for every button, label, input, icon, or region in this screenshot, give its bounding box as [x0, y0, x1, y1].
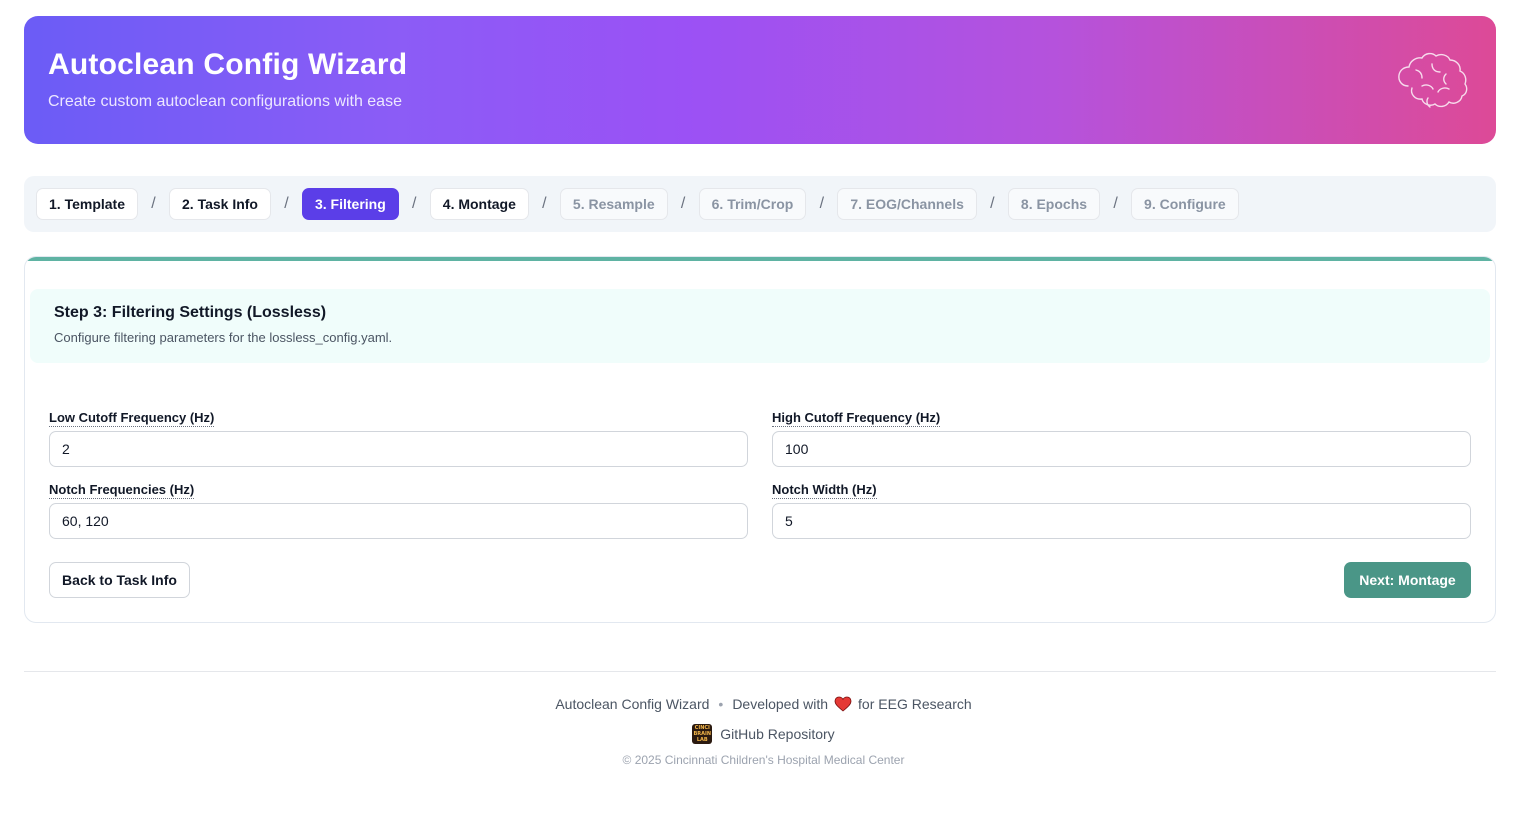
filtering-card: Step 3: Filtering Settings (Lossless) Co…	[24, 256, 1496, 623]
app-title: Autoclean Config Wizard	[48, 48, 408, 81]
brain-icon	[1398, 52, 1468, 108]
step-eog-channels[interactable]: 7. EOG/Channels	[837, 188, 977, 220]
next-button[interactable]: Next: Montage	[1344, 562, 1471, 598]
step-template[interactable]: 1. Template	[36, 188, 138, 220]
step-resample[interactable]: 5. Resample	[559, 188, 668, 220]
step-trim-crop[interactable]: 6. Trim/Crop	[698, 188, 807, 220]
step-separator: /	[284, 195, 289, 212]
high-cutoff-input[interactable]	[772, 431, 1471, 467]
high-cutoff-group: High Cutoff Frequency (Hz)	[772, 409, 1471, 467]
notch-width-input[interactable]	[772, 503, 1471, 539]
step-separator: /	[680, 195, 686, 212]
lab-logo-icon: CINCI BRAIN LAB	[692, 724, 713, 744]
footer-credits: Autoclean Config Wizard • Developed with…	[0, 696, 1527, 712]
step-filtering[interactable]: 3. Filtering	[301, 188, 399, 220]
step-separator: /	[412, 195, 417, 212]
low-cutoff-input[interactable]	[49, 431, 748, 467]
wizard-stepper: 1. Template / 2. Task Info / 3. Filterin…	[24, 176, 1496, 232]
step-separator: /	[819, 195, 825, 212]
footer-divider	[24, 671, 1496, 672]
notch-width-group: Notch Width (Hz)	[772, 481, 1471, 539]
step-separator: /	[990, 195, 995, 212]
notch-freqs-label: Notch Frequencies (Hz)	[49, 482, 195, 499]
copyright-text: © 2025 Cincinnati Children's Hospital Me…	[622, 753, 905, 767]
back-button[interactable]: Back to Task Info	[49, 562, 190, 598]
step-epochs[interactable]: 8. Epochs	[1007, 188, 1101, 220]
heart-icon	[834, 696, 852, 712]
high-cutoff-label: High Cutoff Frequency (Hz)	[772, 410, 941, 427]
app-subtitle: Create custom autoclean configurations w…	[48, 93, 402, 110]
footer-for-text: for EEG Research	[858, 696, 972, 712]
app-header: Autoclean Config Wizard Create custom au…	[24, 16, 1496, 144]
card-accent-bar	[25, 257, 1495, 261]
step-separator: /	[542, 195, 547, 212]
step-separator: /	[1113, 195, 1118, 212]
github-link[interactable]: GitHub Repository	[720, 726, 834, 742]
step-info-box: Step 3: Filtering Settings (Lossless) Co…	[30, 289, 1490, 363]
notch-freqs-input[interactable]	[49, 503, 748, 539]
step-configure[interactable]: 9. Configure	[1131, 188, 1239, 220]
notch-freqs-group: Notch Frequencies (Hz)	[49, 481, 748, 539]
step-task-info[interactable]: 2. Task Info	[169, 188, 271, 220]
footer-links: CINCI BRAIN LAB GitHub Repository	[0, 724, 1527, 744]
notch-width-label: Notch Width (Hz)	[772, 482, 877, 499]
footer-app-name: Autoclean Config Wizard	[555, 696, 710, 712]
footer-developed-with: Developed with	[732, 696, 829, 712]
step-separator: /	[151, 195, 156, 212]
low-cutoff-group: Low Cutoff Frequency (Hz)	[49, 409, 748, 467]
footer-bullet: •	[718, 696, 724, 712]
step-description: Configure filtering parameters for the l…	[54, 330, 393, 345]
low-cutoff-label: Low Cutoff Frequency (Hz)	[49, 410, 215, 427]
step-title: Step 3: Filtering Settings (Lossless)	[54, 304, 327, 321]
step-montage[interactable]: 4. Montage	[429, 188, 529, 220]
